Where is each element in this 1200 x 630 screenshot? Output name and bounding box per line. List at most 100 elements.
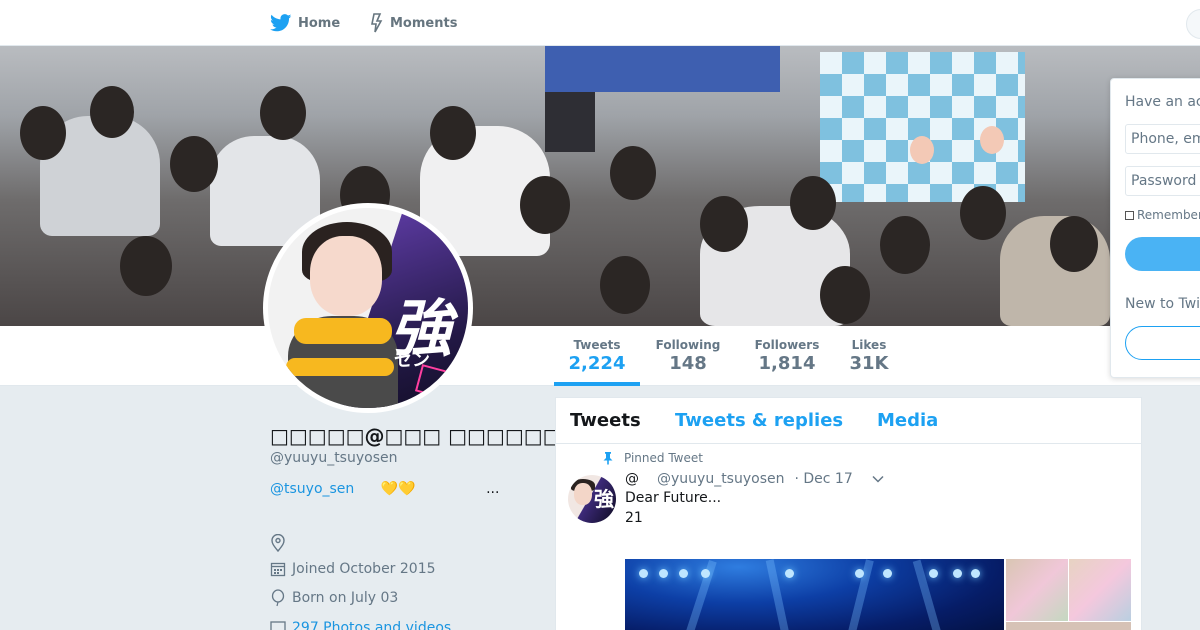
profile-bio: @tsuyo_sen 💛💛 ... (270, 481, 499, 497)
stat-value: 148 (669, 353, 707, 374)
password-field[interactable]: Password (1125, 166, 1200, 196)
remember-label: Remember me (1137, 208, 1200, 222)
tweet-photo-group[interactable] (1006, 622, 1131, 630)
bio-hearts: 💛💛 (380, 481, 416, 497)
calendar-icon (270, 562, 286, 577)
avatar-face (310, 236, 382, 316)
stat-value: 1,814 (758, 353, 816, 374)
tweet-date[interactable]: · Dec 17 (794, 471, 852, 487)
banner-crowd-head (260, 86, 306, 140)
bio-mention-link[interactable]: @tsuyo_sen (270, 481, 354, 497)
tweet-author-handle[interactable]: @yuuyu_tsuyosen (657, 471, 784, 487)
profile-joined: Joined October 2015 (270, 561, 436, 577)
balloon-icon (271, 589, 285, 607)
stat-label: Tweets (573, 338, 621, 352)
stat-likes[interactable]: Likes 31K (846, 326, 892, 386)
profile-location (270, 534, 292, 552)
location-pin-icon (271, 534, 285, 552)
profile-handle[interactable]: @yuuyu_tsuyosen (270, 450, 397, 466)
banner-crowd-head (820, 266, 870, 324)
tweet-avatar-face (574, 483, 592, 505)
tweet-photo-stage[interactable] (625, 559, 1004, 630)
stage-spotlight (701, 569, 710, 578)
banner-crowd-head (520, 176, 570, 234)
pin-icon (603, 452, 613, 465)
timeline: Tweets Tweets & replies Media Pinned Twe… (555, 397, 1142, 630)
tweet-text-line: Dear Future... (625, 490, 722, 506)
banner-crowd-head (790, 176, 836, 230)
search-field-edge[interactable] (1186, 9, 1200, 39)
stat-label: Following (655, 338, 721, 352)
avatar-ruffle (286, 358, 394, 376)
stage-spotlight (953, 569, 962, 578)
stage-spotlight (883, 569, 892, 578)
stage-spotlight (785, 569, 794, 578)
tweet-avatar-kanji: 強 (594, 487, 614, 511)
pinned-label: Pinned Tweet (624, 451, 703, 465)
profile-banner (0, 46, 1200, 326)
login-button[interactable] (1125, 237, 1200, 271)
stage-spotlight (639, 569, 648, 578)
banner-crowd-head (20, 106, 66, 160)
stage-spotlight (855, 569, 864, 578)
tweet-photo-group[interactable] (1069, 559, 1131, 621)
profile-nav-bar: Tweets 2,224 Following 148 Followers 1,8… (0, 326, 1200, 386)
profile-avatar[interactable]: 強 セン (263, 203, 473, 413)
chevron-down-icon[interactable] (872, 473, 884, 485)
stat-label: Likes (851, 338, 887, 352)
tweet-photo-group[interactable] (1006, 559, 1068, 621)
stat-value: 31K (849, 353, 889, 374)
avatar-ruffle (294, 318, 392, 344)
profile-birthday: Born on July 03 (270, 589, 398, 607)
remember-checkbox[interactable] (1125, 210, 1134, 220)
nav-home-label: Home (298, 15, 341, 31)
login-dropdown: Have an account? Phone, email or usernam… (1110, 78, 1200, 378)
banner-performer (980, 126, 1004, 154)
banner-crowd-head (90, 86, 134, 138)
stage-spotlight (971, 569, 980, 578)
banner-crowd-head (600, 256, 650, 314)
lightning-icon (371, 13, 383, 33)
profile-media-link[interactable]: 297 Photos and videos (270, 620, 451, 630)
banner-crowd-head (610, 146, 656, 200)
media-link-text: 297 Photos and videos (292, 620, 452, 630)
tweet-header: @ @yuuyu_tsuyosen · Dec 17 (625, 471, 853, 487)
nav-home[interactable]: Home (270, 0, 340, 46)
photos-icon (270, 621, 286, 630)
born-text: Born on July 03 (292, 590, 399, 606)
tweet-text-line: 21 (625, 510, 643, 526)
avatar-image: 強 セン (268, 208, 468, 408)
tweet-avatar[interactable]: 強 (568, 475, 616, 523)
stat-label: Followers (754, 338, 820, 352)
username-field[interactable]: Phone, email or username (1125, 124, 1200, 154)
banner-performer (910, 136, 934, 164)
nav-moments[interactable]: Moments (370, 0, 457, 46)
banner-crowd-head (880, 216, 930, 274)
tab-tweets[interactable]: Tweets (570, 410, 641, 431)
banner-crowd-head (1050, 216, 1098, 272)
signup-button[interactable] (1125, 326, 1200, 360)
tweet-author-name[interactable]: @ (625, 471, 639, 487)
timeline-tabs: Tweets Tweets & replies Media (556, 398, 1141, 444)
login-title: Have an account? (1125, 94, 1200, 110)
tab-media[interactable]: Media (877, 410, 938, 431)
banner-crowd-head (120, 236, 172, 296)
top-nav: Home Moments (0, 0, 1200, 46)
stat-followers[interactable]: Followers 1,814 (748, 326, 826, 386)
stat-value: 2,224 (568, 353, 626, 374)
bio-more: ... (486, 481, 500, 497)
banner-tent (545, 46, 780, 92)
pinned-indicator: Pinned Tweet (602, 451, 703, 465)
joined-text: Joined October 2015 (292, 561, 436, 577)
stage-spotlight (929, 569, 938, 578)
signup-prompt: New to Twitter? (1125, 296, 1200, 312)
tab-tweets-replies[interactable]: Tweets & replies (675, 410, 843, 431)
remember-me[interactable]: Remember me (1125, 208, 1200, 222)
stat-tweets[interactable]: Tweets 2,224 (554, 326, 640, 386)
stage-spotlight (679, 569, 688, 578)
nav-moments-label: Moments (390, 15, 458, 31)
banner-crowd-head (700, 196, 748, 252)
twitter-bird-icon (270, 14, 292, 32)
banner-crowd-head (170, 136, 218, 192)
stat-following[interactable]: Following 148 (650, 326, 726, 386)
